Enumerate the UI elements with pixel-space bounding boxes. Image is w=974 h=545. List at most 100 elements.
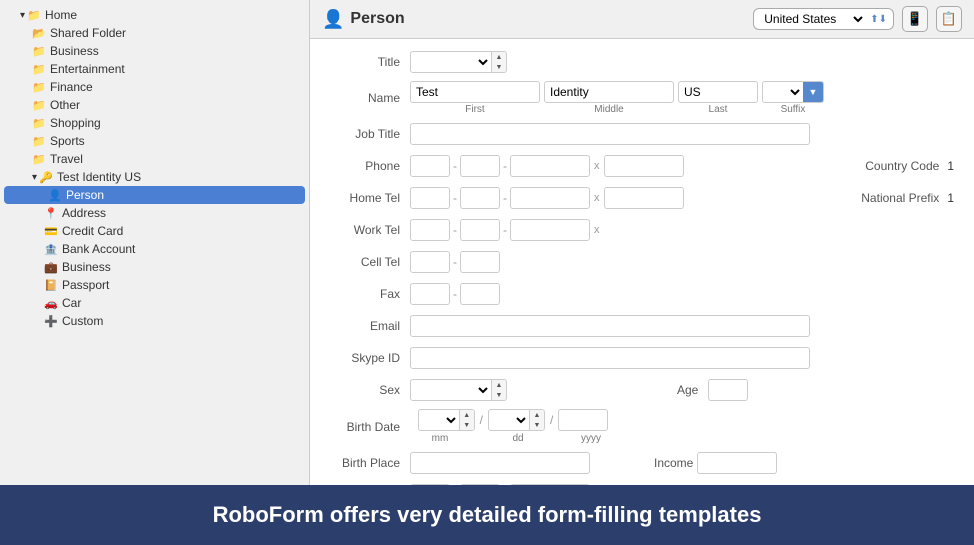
phone-ext-input[interactable] (604, 155, 684, 177)
title-stepper[interactable]: Mr. Mrs. Ms. Dr. ▲ ▼ (410, 51, 507, 73)
birth-place-input[interactable] (410, 452, 590, 474)
sidebar-item-test-identity-us[interactable]: ▾ 🔑 Test Identity US (0, 168, 309, 186)
sidebar-item-credit-card[interactable]: 💳 Credit Card (0, 222, 309, 240)
birth-dd-up[interactable]: ▲ (530, 410, 544, 420)
birth-sep2: / (549, 413, 554, 427)
birth-yyyy-input[interactable] (558, 409, 608, 431)
skype-label: Skype ID (320, 351, 410, 365)
sidebar-item-business[interactable]: 📁 Business (0, 42, 309, 60)
phone-x-btn[interactable]: x (592, 160, 602, 172)
suffix-select[interactable]: Jr. Sr. II (763, 84, 803, 100)
cell-tel-prefix-input[interactable] (460, 251, 500, 273)
address-icon: 📍 (44, 207, 58, 220)
sex-age-row: Sex Male Female ▲ ▼ (320, 377, 954, 403)
phone-prefix-input[interactable] (460, 155, 500, 177)
suffix-arrow-btn[interactable]: ▼ (803, 81, 823, 103)
birth-mm-down[interactable]: ▼ (460, 420, 474, 430)
birth-mm-up[interactable]: ▲ (460, 410, 474, 420)
skype-input[interactable] (410, 347, 810, 369)
work-tel-x-btn[interactable]: x (592, 224, 602, 236)
sidebar-item-sports[interactable]: 📁 Sports (0, 132, 309, 150)
birth-mm-sublabel: mm (410, 433, 470, 444)
sidebar-item-person[interactable]: 👤 Person (4, 186, 305, 204)
tablet-icon-btn[interactable]: 📱 (902, 6, 928, 32)
work-tel-sep2: - (502, 223, 508, 237)
briefcase-icon: 💼 (44, 261, 58, 274)
title-up-arrow[interactable]: ▲ (492, 52, 506, 62)
sex-up-arrow[interactable]: ▲ (492, 380, 506, 390)
country-select[interactable]: United States United Kingdom Canada Aust… (760, 11, 866, 27)
sidebar-item-home[interactable]: ▾ 📁 Home (0, 6, 309, 24)
birth-mm-arrows: ▲ ▼ (459, 410, 474, 430)
job-title-fields (410, 123, 954, 145)
sidebar-item-shared-folder[interactable]: 📂 Shared Folder (0, 24, 309, 42)
birth-mm-select[interactable]: 01020304 05060708 09101112 (419, 410, 459, 430)
person-title-icon: 👤 (322, 9, 344, 30)
home-tel-x-btn[interactable]: x (592, 192, 602, 204)
work-tel-number-input[interactable] (510, 219, 590, 241)
birth-dd-select[interactable] (489, 410, 529, 430)
country-select-wrapper[interactable]: United States United Kingdom Canada Aust… (753, 8, 894, 30)
cell-tel-area-input[interactable] (410, 251, 450, 273)
phone-number-input[interactable] (510, 155, 590, 177)
title-row: Title Mr. Mrs. Ms. Dr. ▲ (320, 49, 954, 75)
sex-stepper[interactable]: Male Female ▲ ▼ (410, 379, 507, 401)
birth-dd-down[interactable]: ▼ (530, 420, 544, 430)
sidebar-item-finance[interactable]: 📁 Finance (0, 78, 309, 96)
fax-label: Fax (320, 287, 410, 301)
folder-icon: 📁 (32, 81, 46, 94)
age-input[interactable] (708, 379, 748, 401)
name-middle-input[interactable] (544, 81, 674, 103)
work-tel-sep1: - (452, 223, 458, 237)
sex-select[interactable]: Male Female (411, 380, 491, 400)
age-label: Age (677, 383, 698, 397)
banner-text: RoboForm offers very detailed form-filli… (213, 502, 762, 528)
sex-down-arrow[interactable]: ▼ (492, 390, 506, 400)
key-icon: 🔑 (39, 171, 53, 184)
home-tel-prefix-input[interactable] (460, 187, 500, 209)
fax-area-input[interactable] (410, 283, 450, 305)
home-tel-area-input[interactable] (410, 187, 450, 209)
home-tel-ext-input[interactable] (604, 187, 684, 209)
sex-stepper-arrows: ▲ ▼ (491, 380, 506, 400)
toolbar-title-area: 👤 Person (322, 9, 745, 30)
toolbar: 👤 Person United States United Kingdom Ca… (310, 0, 974, 39)
name-row: Name First Middle Last (320, 81, 954, 115)
add-icon: ➕ (44, 315, 58, 328)
job-title-input[interactable] (410, 123, 810, 145)
work-tel-prefix-input[interactable] (460, 219, 500, 241)
title-down-arrow[interactable]: ▼ (492, 62, 506, 72)
work-tel-fields: - - x (410, 219, 954, 241)
name-label: Name (320, 91, 410, 105)
home-tel-number-input[interactable] (510, 187, 590, 209)
suffix-select-wrapper[interactable]: Jr. Sr. II ▼ (762, 81, 824, 103)
sidebar-item-business2[interactable]: 💼 Business (0, 258, 309, 276)
phone-row: Phone - - x Country Code 1 (320, 153, 954, 179)
sidebar-item-travel[interactable]: 📁 Travel (0, 150, 309, 168)
name-middle-col: Middle (544, 81, 674, 115)
title-select[interactable]: Mr. Mrs. Ms. Dr. (411, 52, 491, 72)
name-first-input[interactable] (410, 81, 540, 103)
sidebar-item-shopping[interactable]: 📁 Shopping (0, 114, 309, 132)
income-input[interactable] (697, 452, 777, 474)
home-tel-label: Home Tel (320, 191, 410, 205)
email-input[interactable] (410, 315, 810, 337)
fax-prefix-input[interactable] (460, 283, 500, 305)
name-last-input[interactable] (678, 81, 758, 103)
sidebar-item-bank-account[interactable]: 🏦 Bank Account (0, 240, 309, 258)
sidebar-item-entertainment[interactable]: 📁 Entertainment (0, 60, 309, 78)
sidebar-item-passport[interactable]: 📔 Passport (0, 276, 309, 294)
person-icon: 👤 (48, 189, 62, 202)
birth-mm-stepper[interactable]: 01020304 05060708 09101112 ▲ ▼ (418, 409, 475, 431)
copy-icon-btn[interactable]: 📋 (936, 6, 962, 32)
title-fields: Mr. Mrs. Ms. Dr. ▲ ▼ (410, 51, 954, 73)
cell-tel-label: Cell Tel (320, 255, 410, 269)
app-wrapper: ▾ 📁 Home 📂 Shared Folder 📁 Business 📁 En… (0, 0, 974, 545)
sidebar-item-custom[interactable]: ➕ Custom (0, 312, 309, 330)
sidebar-item-address[interactable]: 📍 Address (0, 204, 309, 222)
sidebar-item-car[interactable]: 🚗 Car (0, 294, 309, 312)
birth-dd-stepper[interactable]: ▲ ▼ (488, 409, 545, 431)
sidebar-item-other[interactable]: 📁 Other (0, 96, 309, 114)
work-tel-area-input[interactable] (410, 219, 450, 241)
phone-area-input[interactable] (410, 155, 450, 177)
